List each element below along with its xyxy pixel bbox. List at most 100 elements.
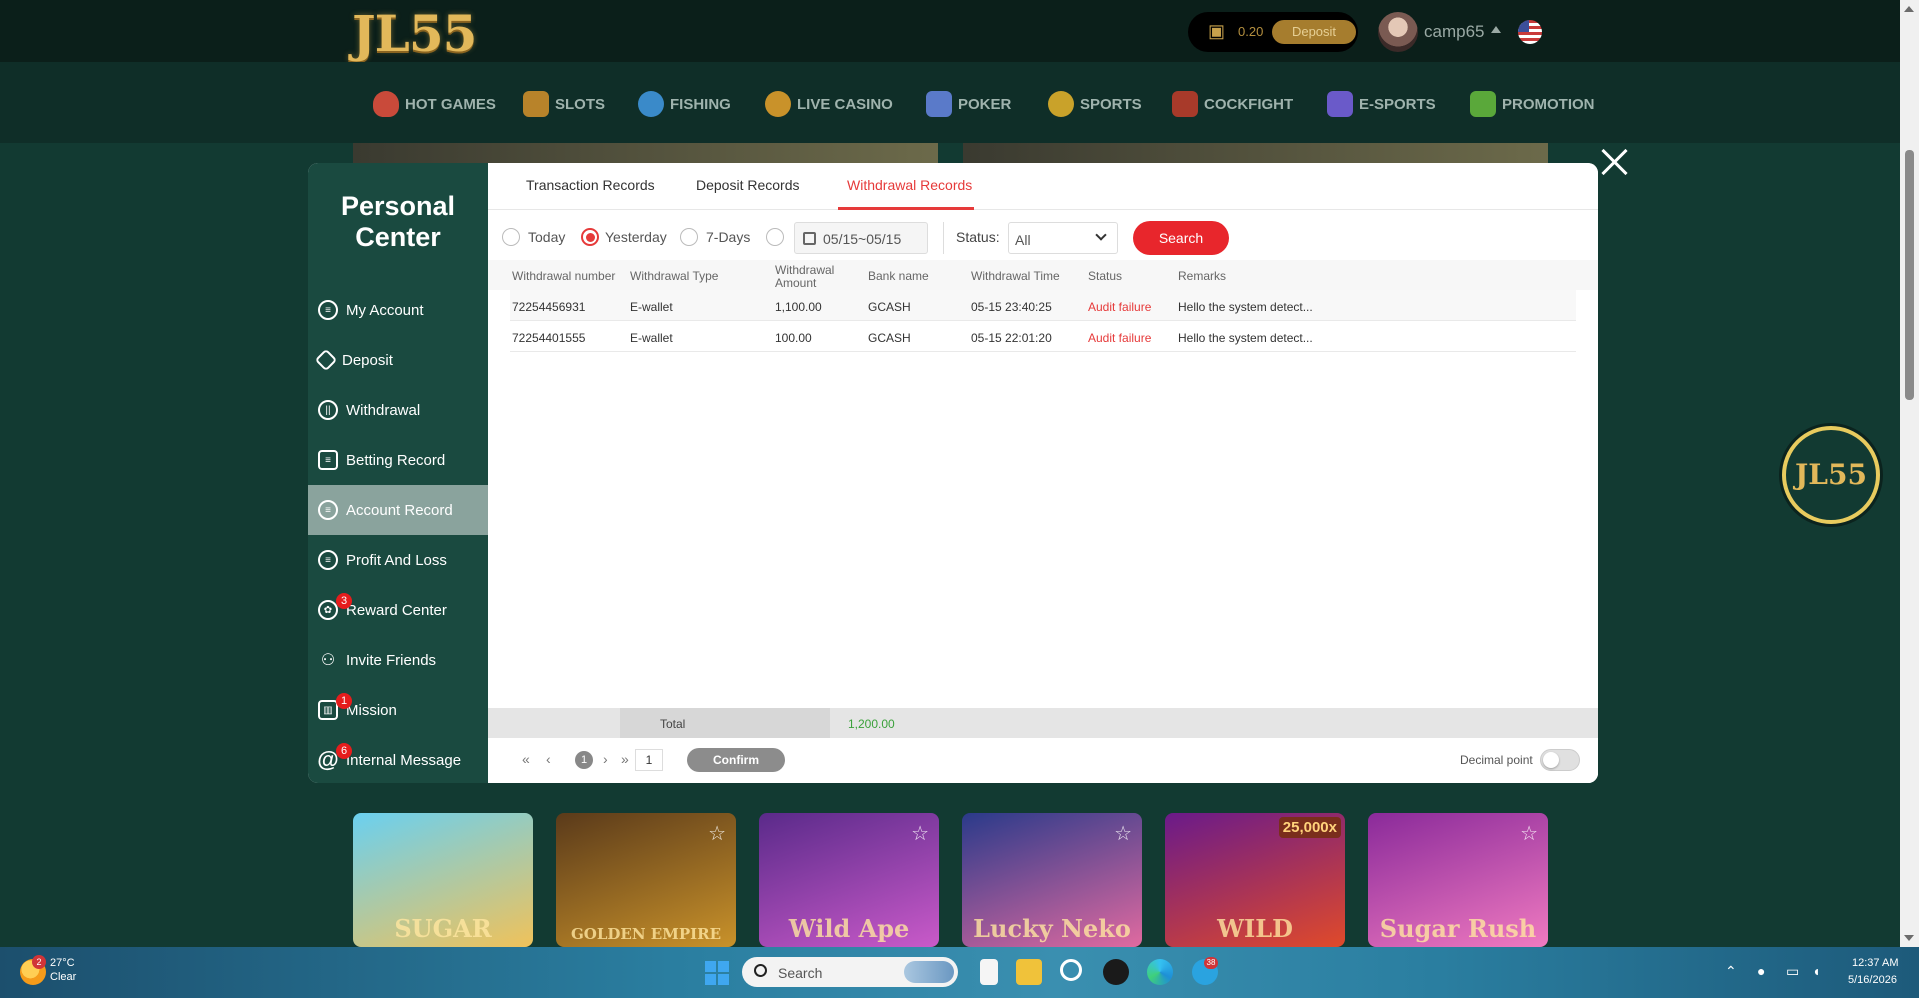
favorite-star-icon[interactable]: ☆	[1114, 821, 1132, 846]
sidebar-item-deposit[interactable]: Deposit	[308, 335, 488, 385]
game-tile[interactable]: ☆ Sugar Rush	[1368, 813, 1548, 947]
game-tile[interactable]: ☆ GOLDEN EMPIRE	[556, 813, 736, 947]
game-tile[interactable]: 25,000x WILD	[1165, 813, 1345, 947]
radio-custom-range[interactable]	[766, 228, 784, 246]
taskbar-search[interactable]: Search	[742, 957, 958, 987]
scroll-thumb[interactable]	[1905, 150, 1914, 400]
taskbar-search-placeholder: Search	[778, 965, 823, 981]
sidebar-item-withdrawal[interactable]: || Withdrawal	[308, 385, 488, 435]
nav-sports[interactable]: SPORTS	[1048, 88, 1142, 120]
invite-icon: ⚇	[320, 652, 336, 669]
username[interactable]: camp65	[1424, 22, 1484, 42]
sidebar-item-reward-center[interactable]: ✿ 3 Reward Center	[308, 585, 488, 635]
game-name: Lucky Neko	[973, 914, 1131, 943]
slot-machine-icon	[523, 91, 549, 117]
date-range-picker[interactable]: 05/15~05/15	[794, 222, 928, 254]
radio-today[interactable]	[502, 228, 520, 246]
tab-transaction-records[interactable]: Transaction Records	[526, 177, 655, 193]
page-number-input[interactable]: 1	[635, 749, 663, 771]
file-explorer-icon[interactable]	[1016, 959, 1042, 985]
current-page[interactable]: 1	[575, 751, 593, 769]
calendar-icon	[803, 232, 816, 245]
obs-icon[interactable]	[1103, 959, 1129, 985]
clock-date[interactable]: 5/16/2026	[1848, 974, 1897, 986]
filter-bar: Today Yesterday 7-Days 05/15~05/15 Statu…	[488, 210, 1598, 260]
notification-badge: 6	[336, 743, 352, 759]
sidebar-item-account-record[interactable]: ≡ Account Record	[308, 485, 488, 535]
withdrawal-amount: 100.00	[775, 331, 812, 345]
at-icon: @	[317, 747, 339, 772]
personal-center-sidebar: Personal Center ≡ My Account Deposit || …	[308, 163, 488, 783]
sidebar-item-label: Mission	[346, 701, 397, 719]
sidebar-item-my-account[interactable]: ≡ My Account	[308, 285, 488, 335]
game-tile[interactable]: SUGAR	[353, 813, 533, 947]
nav-promotion[interactable]: PROMOTION	[1470, 88, 1595, 120]
reward-icon: ✿	[318, 600, 338, 620]
nav-label: HOT GAMES	[405, 95, 496, 113]
nav-slots[interactable]: SLOTS	[523, 88, 605, 120]
windows-start-icon[interactable]	[705, 961, 729, 985]
tab-deposit-records[interactable]: Deposit Records	[696, 177, 800, 193]
total-label: Total	[660, 717, 686, 731]
last-page-icon[interactable]: »	[621, 751, 629, 767]
sidebar-item-invite-friends[interactable]: ⚇ Invite Friends	[308, 635, 488, 685]
remarks[interactable]: Hello the system detect...	[1178, 300, 1313, 314]
floating-logo-button[interactable]: JL55	[1782, 426, 1880, 524]
game-tile[interactable]: ☆ Wild Ape	[759, 813, 939, 947]
nav-esports[interactable]: E-SPORTS	[1327, 88, 1436, 120]
caret-up-icon[interactable]	[1491, 26, 1501, 33]
next-page-icon[interactable]: ›	[603, 751, 608, 767]
balance-amount: 0.20	[1238, 24, 1264, 39]
rooster-icon	[1172, 91, 1198, 117]
betting-record-icon: ≡	[318, 450, 338, 470]
deposit-icon	[314, 348, 338, 372]
chip-icon	[765, 91, 791, 117]
favorite-star-icon[interactable]: ☆	[708, 821, 726, 846]
confirm-button[interactable]: Confirm	[687, 748, 785, 772]
search-button[interactable]: Search	[1133, 221, 1229, 255]
sidebar-item-profit-and-loss[interactable]: ≡ Profit And Loss	[308, 535, 488, 585]
game-tile[interactable]: ☆ Lucky Neko	[962, 813, 1142, 947]
radio-yesterday[interactable]	[581, 228, 599, 246]
nav-fishing[interactable]: FISHING	[638, 88, 731, 120]
clock-time[interactable]: 12:37 AM	[1852, 957, 1898, 969]
notepad-icon[interactable]	[980, 959, 998, 985]
table-row[interactable]: 72254401555 E-wallet 100.00 GCASH 05-15 …	[510, 321, 1576, 352]
weather-condition[interactable]: Clear	[50, 971, 76, 983]
nav-poker[interactable]: POKER	[926, 88, 1011, 120]
radio-7-days[interactable]	[680, 228, 698, 246]
withdrawal-number: 72254456931	[512, 300, 586, 314]
scroll-up-arrow-icon[interactable]	[1904, 6, 1914, 12]
nav-live-casino[interactable]: LIVE CASINO	[765, 88, 893, 120]
header-deposit-button[interactable]: Deposit	[1272, 20, 1356, 44]
favorite-star-icon[interactable]: ☆	[1520, 821, 1538, 846]
remarks[interactable]: Hello the system detect...	[1178, 331, 1313, 345]
settings-icon[interactable]	[1060, 959, 1082, 981]
network-icon[interactable]: ▭	[1786, 963, 1799, 980]
weather-badge: 2	[32, 955, 46, 969]
decimal-point-toggle[interactable]	[1540, 749, 1580, 771]
sidebar-item-internal-message[interactable]: @ 6 Internal Message	[308, 735, 488, 783]
page-scrollbar[interactable]	[1900, 0, 1919, 947]
volume-icon[interactable]: ◖	[1812, 963, 1820, 979]
avatar[interactable]	[1378, 12, 1418, 52]
tab-withdrawal-records[interactable]: Withdrawal Records	[847, 177, 972, 193]
nav-cockfight[interactable]: COCKFIGHT	[1172, 88, 1293, 120]
scroll-down-arrow-icon[interactable]	[1904, 935, 1914, 941]
status-select[interactable]: All	[1008, 222, 1118, 254]
table-row[interactable]: 72254456931 E-wallet 1,100.00 GCASH 05-1…	[510, 290, 1576, 321]
first-page-icon[interactable]: «	[522, 751, 530, 767]
weather-temperature[interactable]: 27°C	[50, 957, 75, 969]
edge-browser-icon[interactable]	[1147, 959, 1173, 985]
chevron-up-icon[interactable]: ⌃	[1725, 963, 1737, 980]
sidebar-item-betting-record[interactable]: ≡ Betting Record	[308, 435, 488, 485]
prev-page-icon[interactable]: ‹	[546, 751, 551, 767]
us-flag-icon[interactable]	[1518, 20, 1542, 44]
sidebar-item-mission[interactable]: ▥ 1 Mission	[308, 685, 488, 735]
microphone-icon[interactable]: ●	[1757, 963, 1765, 979]
favorite-star-icon[interactable]: ☆	[911, 821, 929, 846]
nav-hot-games[interactable]: HOT GAMES	[373, 88, 496, 120]
sidebar-item-label: My Account	[346, 301, 424, 319]
close-icon[interactable]	[1597, 145, 1631, 179]
site-logo[interactable]: JL55	[352, 4, 477, 63]
